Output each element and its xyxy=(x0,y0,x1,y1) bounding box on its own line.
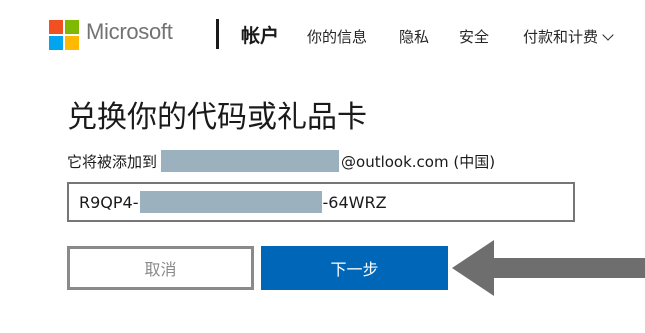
code-prefix: R9QP4- xyxy=(79,192,139,212)
cancel-button[interactable]: 取消 xyxy=(67,246,254,290)
chevron-down-icon xyxy=(602,29,614,41)
nav-privacy[interactable]: 隐私 xyxy=(399,26,429,47)
logo-blue-square xyxy=(49,36,63,50)
brand-name[interactable]: Microsoft xyxy=(86,19,173,45)
added-to-account-text: 它将被添加到 @outlook.com (中国) xyxy=(67,150,495,172)
email-suffix: @outlook.com (中国) xyxy=(341,152,496,171)
logo-red-square xyxy=(49,20,63,34)
nav-payment-billing[interactable]: 付款和计费 xyxy=(523,26,614,47)
nav-security[interactable]: 安全 xyxy=(459,26,489,47)
code-suffix: -64WRZ xyxy=(322,192,387,212)
microsoft-logo-icon[interactable] xyxy=(49,20,79,50)
added-to-prefix: 它将被添加到 xyxy=(67,152,158,171)
section-title[interactable]: 帐户 xyxy=(241,21,279,48)
nav-payment-billing-label: 付款和计费 xyxy=(523,28,599,46)
code-input[interactable]: R9QP4- -64WRZ xyxy=(67,182,575,222)
redacted-email xyxy=(161,150,340,172)
logo-green-square xyxy=(65,20,79,34)
next-button[interactable]: 下一步 xyxy=(261,246,448,290)
nav-your-info[interactable]: 你的信息 xyxy=(307,26,367,47)
pointer-arrow-icon xyxy=(452,240,645,296)
page-title: 兑换你的代码或礼品卡 xyxy=(67,100,367,135)
logo-yellow-square xyxy=(65,36,79,50)
header-divider xyxy=(216,19,219,49)
header: Microsoft 帐户 你的信息 隐私 安全 付款和计费 xyxy=(0,0,645,70)
redacted-code xyxy=(139,191,322,213)
